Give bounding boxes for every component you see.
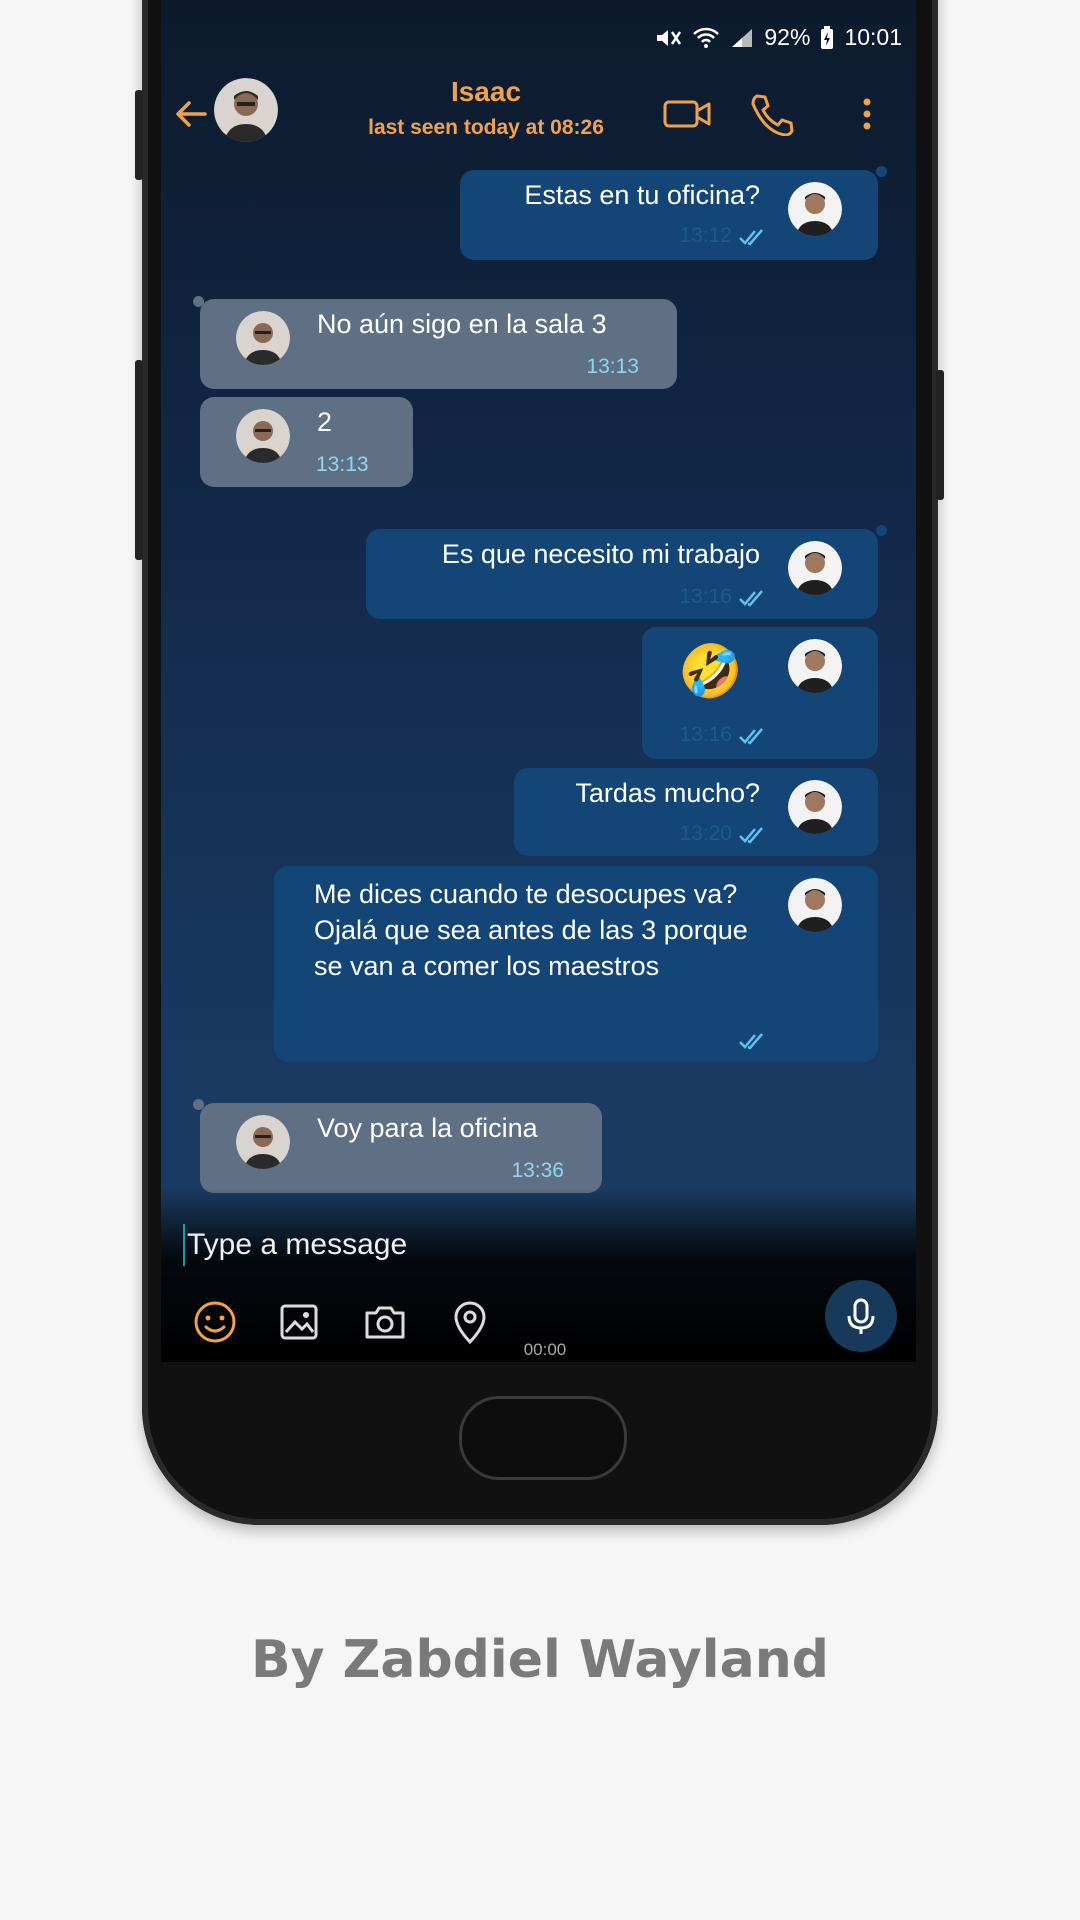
author-caption: By Zabdiel Wayland xyxy=(251,1630,829,1690)
home-button[interactable] xyxy=(459,1396,627,1480)
double-check-icon xyxy=(739,728,763,745)
message-bubble-outgoing[interactable]: Estas en tu oficina? 13:12 xyxy=(460,170,878,260)
message-bubble-outgoing[interactable]: Es que necesito mi trabajo 13:16 xyxy=(366,529,878,619)
phone-side-button-right xyxy=(936,370,944,500)
contact-name[interactable]: Isaac xyxy=(336,76,636,108)
message-time: 13:13 xyxy=(586,355,639,378)
message-time: 13:16 xyxy=(679,723,732,746)
location-icon[interactable] xyxy=(446,1298,494,1346)
message-text: No aún sigo en la sala 3 xyxy=(317,309,607,339)
message-time: 13:13 xyxy=(316,453,369,476)
message-bubble-incoming[interactable]: 2 13:13 xyxy=(200,397,413,487)
double-check-icon xyxy=(739,590,763,607)
message-time: 13:20 xyxy=(679,822,732,845)
battery-percent: 92% xyxy=(764,24,811,50)
message-text: Tardas mucho? xyxy=(575,778,760,808)
clock: 10:01 xyxy=(844,24,902,50)
emoji-message: 🤣 xyxy=(678,643,743,701)
recording-timer: 00:00 xyxy=(523,1340,567,1359)
contact-avatar-small xyxy=(236,311,290,365)
phone-side-button-left-lower xyxy=(135,360,143,560)
more-vert-icon[interactable] xyxy=(857,92,877,136)
emoji-icon[interactable] xyxy=(191,1298,239,1346)
phone-side-button-left xyxy=(135,90,143,180)
camera-icon[interactable] xyxy=(361,1298,409,1346)
message-time: 13:16 xyxy=(679,585,732,608)
message-text: 2 xyxy=(317,407,333,437)
message-composer: 00:00 xyxy=(161,1188,916,1362)
user-avatar xyxy=(788,541,842,595)
mute-icon xyxy=(657,29,682,46)
message-text: Es que necesito mi trabajo xyxy=(441,539,760,569)
microphone-icon xyxy=(847,1298,875,1334)
contact-avatar-small xyxy=(236,1115,290,1169)
battery-icon xyxy=(821,25,834,49)
gallery-icon[interactable] xyxy=(276,1298,324,1346)
contact-avatar-small xyxy=(236,409,290,463)
microphone-button[interactable] xyxy=(825,1280,897,1352)
message-time: 13:36 xyxy=(511,1159,564,1182)
bubble-tail-dot xyxy=(876,166,887,177)
message-text: Voy para la oficina xyxy=(317,1113,538,1143)
double-check-icon xyxy=(739,1033,763,1050)
user-avatar xyxy=(788,878,842,932)
user-avatar xyxy=(788,639,842,693)
signal-icon xyxy=(732,28,753,47)
status-bar: 92% 10:01 xyxy=(161,0,916,78)
message-bubble-outgoing[interactable]: 🤣 13:16 xyxy=(642,627,878,759)
phone-icon[interactable] xyxy=(747,92,799,136)
user-avatar xyxy=(788,182,842,236)
back-arrow-icon[interactable] xyxy=(173,96,213,136)
double-check-icon xyxy=(739,827,763,844)
bubble-tail-dot xyxy=(876,525,887,536)
user-avatar xyxy=(788,780,842,834)
message-text: Me dices cuando te desocupes va? Ojalá q… xyxy=(314,879,748,981)
message-input[interactable] xyxy=(183,1224,749,1266)
message-text: Estas en tu oficina? xyxy=(524,180,760,210)
video-call-icon[interactable] xyxy=(661,92,713,136)
double-check-icon xyxy=(739,229,763,246)
chat-screen: 92% 10:01 Isaac last seen today at 08:26 xyxy=(161,0,916,1362)
contact-avatar[interactable] xyxy=(214,78,278,142)
message-bubble-outgoing[interactable]: Me dices cuando te desocupes va? Ojalá q… xyxy=(274,866,878,1062)
message-bubble-incoming[interactable]: Voy para la oficina 13:36 xyxy=(200,1103,602,1193)
message-bubble-incoming[interactable]: No aún sigo en la sala 3 13:13 xyxy=(200,299,677,389)
last-seen-status: last seen today at 08:26 xyxy=(368,116,604,139)
message-time: 13:12 xyxy=(679,224,732,247)
wifi-icon xyxy=(693,27,720,48)
message-bubble-outgoing[interactable]: Tardas mucho? 13:20 xyxy=(514,768,878,856)
